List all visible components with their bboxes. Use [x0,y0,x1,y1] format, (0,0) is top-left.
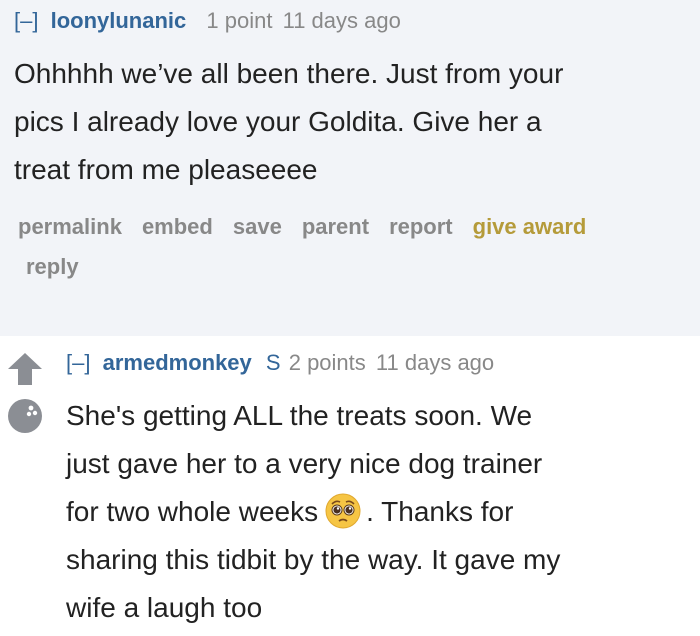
collapse-toggle[interactable]: [–] [66,350,90,375]
submitter-flag[interactable]: S [266,350,281,375]
comment-body-line: just gave her to a very nice dog trainer [66,448,543,479]
comment-body-line: for two whole weeks . Thanks for [66,488,560,536]
comment-buttons-row2: reply [26,254,99,280]
timestamp: 11 days ago [375,350,495,375]
permalink-button[interactable]: permalink [18,214,122,239]
comment-body-text: . Thanks for [366,496,514,527]
collapse-toggle[interactable]: [–] [14,8,38,33]
downvote-ball-icon[interactable] [6,397,44,435]
reply-button[interactable]: reply [26,254,79,279]
comment-body-line: wife a laugh too [66,592,263,623]
comment-body-line: sharing this tidbit by the way. It gave … [66,544,561,575]
comment-tagline: [–] loonylunanic 1 point 11 days ago [14,8,401,34]
comment-body-text: for two whole weeks [66,496,319,527]
score: 1 point [206,8,273,33]
embed-button[interactable]: embed [142,214,213,239]
comment-body: She's getting ALL the treats soon. We ju… [66,392,560,632]
comment-tagline: [–] armedmonkey S 2 points 11 days ago [66,350,494,376]
give-award-button[interactable]: give award [473,214,587,239]
comment-body-line: pics I already love your Goldita. Give h… [14,106,542,137]
comment-body: Ohhhhh we’ve all been there. Just from y… [14,50,563,194]
report-button[interactable]: report [389,214,453,239]
comment-buttons: permalink embed save parent report give award [18,214,606,240]
author-link[interactable]: loonylunanic [51,8,187,33]
parent-button[interactable]: parent [302,214,369,239]
comment-body-line: She's getting ALL the treats soon. We [66,400,533,431]
comment-body-line: Ohhhhh we’ve all been there. Just from y… [14,58,564,89]
upvote-arrow-icon[interactable] [6,351,44,387]
save-button[interactable]: save [233,214,282,239]
timestamp: 11 days ago [282,8,401,33]
comment-loonylunanic: [–] loonylunanic 1 point 11 days ago Ohh… [0,0,700,336]
author-link[interactable]: armedmonkey [103,350,252,375]
score: 2 points [288,350,366,375]
comment-body-line: treat from me pleaseeee [14,154,318,185]
pleading-face-emoji-icon [325,493,361,529]
